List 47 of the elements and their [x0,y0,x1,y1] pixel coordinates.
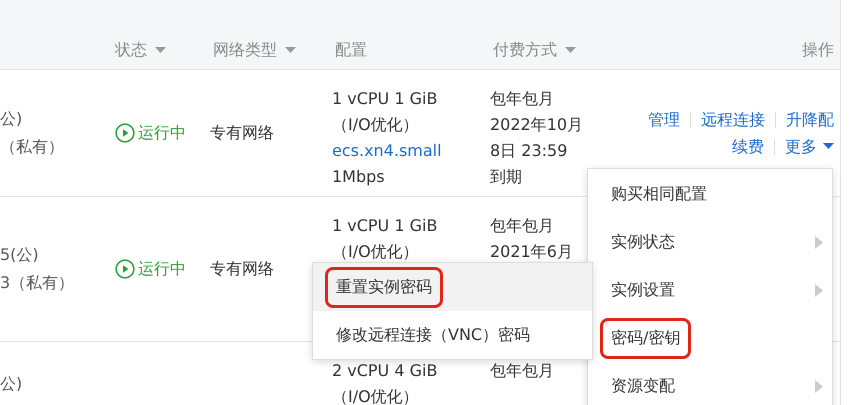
network-type: 专有网络 [210,258,275,280]
ip-address: 公) [0,108,24,130]
billing-text: 2021年6月 [490,241,574,263]
column-header[interactable]: 付费方式 [493,40,557,60]
play-circle-icon [115,123,135,143]
column-header[interactable]: 操作 [802,40,834,60]
config-text: 2 vCPU 4 GiB [332,360,438,382]
menu-item[interactable]: 购买相同配置 [588,170,832,218]
caret-icon[interactable] [823,143,834,150]
action-link[interactable]: 升降配 [786,106,834,133]
caret-icon[interactable] [155,46,166,54]
action-link[interactable]: 管理 [648,106,680,133]
caret-icon[interactable] [285,46,296,54]
action-link[interactable]: 远程连接 [701,106,765,133]
menu-item[interactable]: 重置实例密码 [313,263,592,311]
billing-text: 包年包月 [490,88,555,110]
action-link[interactable]: 更多 [785,133,817,160]
column-header[interactable]: 网络类型 [213,40,277,60]
caret-icon[interactable] [565,46,576,54]
config-text: 1Mbps [332,166,386,188]
status-text: 运行中 [138,258,186,280]
ip-address: 公) [0,373,24,395]
play-circle-icon [115,259,135,279]
instance-type-link[interactable]: ecs.xn4.small [332,138,490,164]
billing-text: 8日 23:59 [490,140,568,162]
config-text: （I/O优化） [332,241,420,263]
ip-address: 5(公) [0,244,40,266]
status-text: 运行中 [138,122,186,144]
menu-item[interactable]: 资源变配 [588,362,832,405]
ip-address: （私有） [0,136,65,158]
chevron-right-icon [815,236,823,248]
chevron-right-icon [815,284,823,296]
billing-text: 2022年10月 [490,114,584,136]
column-header[interactable]: 状态 [115,40,147,60]
billing-text: 包年包月 [490,215,555,237]
billing-text: 到期 [490,166,523,188]
column-header[interactable]: 配置 [335,40,367,60]
config-text: （I/O优化） [332,114,420,136]
config-text: 1 vCPU 1 GiB [332,88,438,110]
ip-address: 3（私有） [0,272,76,294]
action-link[interactable]: 续费 [732,133,764,160]
menu-item[interactable]: 实例状态 [588,218,832,266]
billing-text: 包年包月 [490,360,555,382]
config-text: 1 vCPU 1 GiB [332,215,438,237]
chevron-right-icon [815,380,823,392]
network-type: 专有网络 [210,122,275,144]
config-text: （I/O优化） [332,386,420,405]
